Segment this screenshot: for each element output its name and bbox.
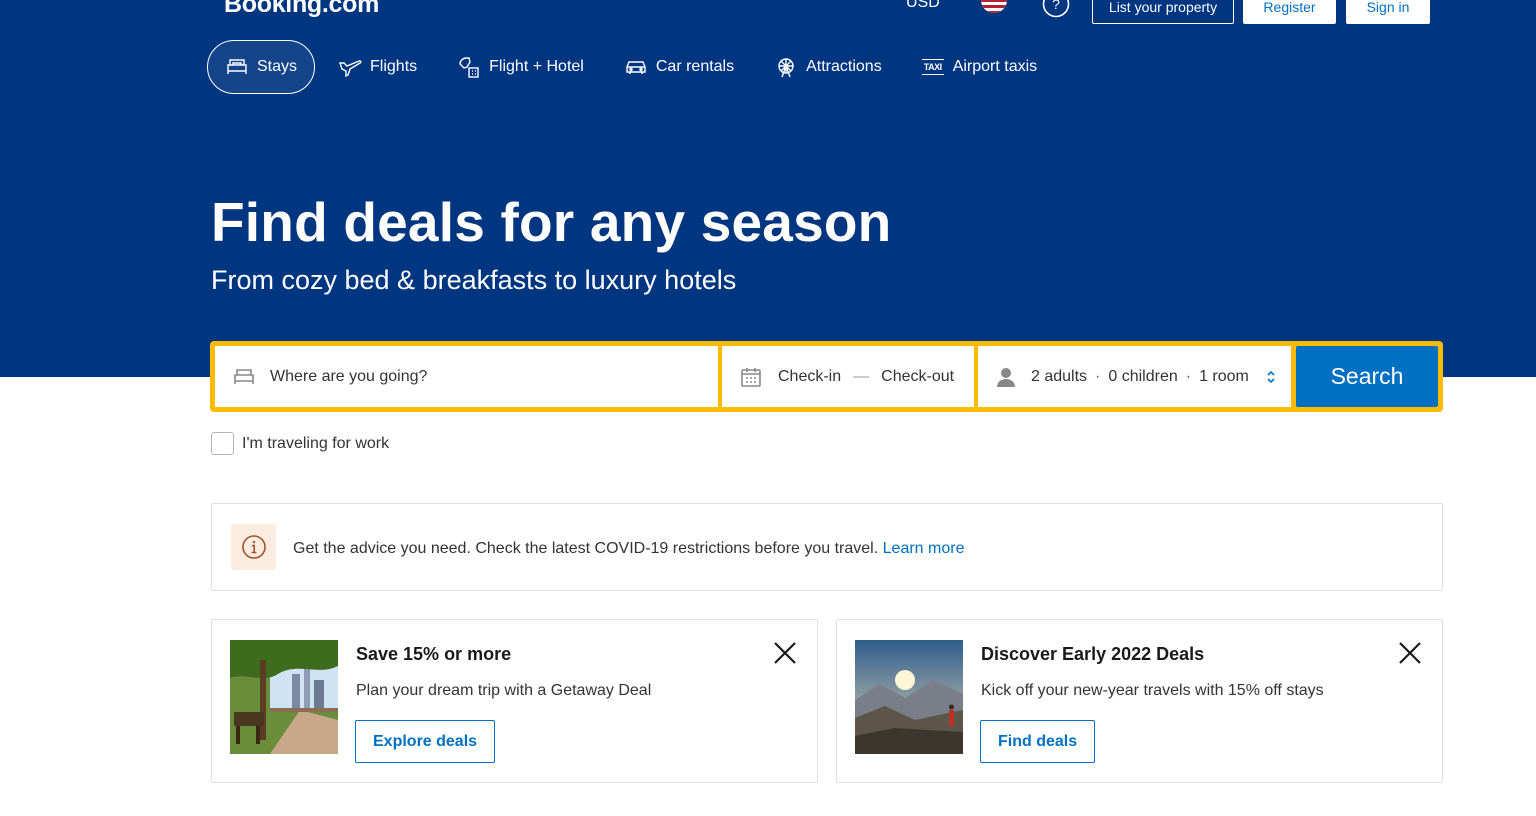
taxi-icon: TAXI — [921, 59, 944, 75]
covid-banner: Get the advice you need. Check the lates… — [211, 503, 1443, 591]
children-count: 0 children — [1108, 367, 1178, 385]
check-out-label: Check-out — [881, 367, 955, 385]
tab-car-rentals[interactable]: Car rentals — [607, 40, 751, 94]
park-image — [230, 640, 338, 754]
promo-description: Plan your dream trip with a Getaway Deal — [356, 682, 652, 699]
info-icon — [231, 524, 276, 570]
ferris-wheel-icon — [778, 58, 794, 78]
date-separator: — — [853, 367, 870, 385]
guest-separator: · — [1095, 367, 1101, 385]
tab-label: Stays — [257, 58, 298, 75]
search-button[interactable]: Search — [1296, 346, 1438, 407]
page-title: Find deals for any season — [211, 191, 892, 253]
promo-card-getaway: Save 15% or more Plan your dream trip wi… — [211, 619, 818, 783]
list-property-button[interactable]: List your property — [1092, 0, 1234, 24]
hero-banner: Booking.com USD ? List your property Reg… — [0, 0, 1536, 377]
destination-input[interactable] — [270, 367, 670, 386]
promo-title: Save 15% or more — [356, 644, 512, 664]
close-icon[interactable] — [772, 640, 798, 666]
sign-in-button[interactable]: Sign in — [1346, 0, 1430, 24]
tab-flights[interactable]: Flights — [321, 40, 434, 94]
tab-attractions[interactable]: Attractions — [757, 40, 899, 94]
chevron-up-down-icon — [1267, 370, 1275, 383]
check-in-label: Check-in — [778, 367, 842, 385]
learn-more-link[interactable]: Learn more — [883, 540, 965, 557]
work-travel-checkbox[interactable] — [211, 432, 234, 455]
rooms-count: 1 room — [1199, 367, 1249, 385]
bed-icon — [227, 59, 247, 74]
mountain-image — [855, 640, 963, 754]
tab-flight-hotel[interactable]: Flight + Hotel — [440, 40, 601, 94]
adults-count: 2 adults — [1031, 367, 1088, 385]
close-icon[interactable] — [1397, 640, 1423, 666]
bed-icon — [234, 368, 254, 384]
page-subtitle: From cozy bed & breakfasts to luxury hot… — [211, 265, 737, 295]
search-bar: Check-in — Check-out 2 adults · 0 childr… — [210, 341, 1443, 412]
guests-field[interactable]: 2 adults · 0 children · 1 room — [978, 346, 1291, 407]
svg-text:?: ? — [1052, 0, 1060, 12]
guest-separator: · — [1185, 367, 1192, 385]
tab-airport-taxis[interactable]: TAXI Airport taxis — [905, 40, 1054, 94]
plane-hotel-icon — [459, 57, 479, 78]
register-button[interactable]: Register — [1243, 0, 1336, 24]
person-icon — [997, 367, 1015, 387]
currency-selector[interactable]: USD — [906, 0, 940, 12]
question-circle-icon[interactable]: ? — [1042, 0, 1070, 18]
work-travel-checkbox-row[interactable]: I'm traveling for work — [211, 432, 389, 455]
explore-deals-button[interactable]: Explore deals — [355, 720, 496, 763]
tab-label: Flights — [370, 58, 418, 75]
tab-stays[interactable]: Stays — [207, 40, 316, 94]
booking-logo[interactable]: Booking.com — [224, 0, 379, 19]
promo-card-early-2022: Discover Early 2022 Deals Kick off your … — [836, 619, 1443, 783]
find-deals-button[interactable]: Find deals — [980, 720, 1096, 763]
tab-label: Flight + Hotel — [489, 58, 584, 75]
car-icon — [626, 61, 646, 74]
calendar-icon — [741, 367, 761, 387]
tab-label: Attractions — [806, 58, 882, 75]
covid-message: Get the advice you need. Check the lates… — [293, 540, 964, 558]
us-flag-icon[interactable] — [980, 0, 1008, 16]
plane-icon — [339, 60, 362, 78]
destination-field[interactable] — [215, 346, 718, 407]
tab-label: Car rentals — [655, 58, 735, 75]
product-nav: Stays Flights Flight + Hotel Car rentals — [207, 40, 1060, 94]
work-travel-label: I'm traveling for work — [242, 434, 390, 452]
covid-text: Get the advice you need. Check the lates… — [293, 540, 879, 557]
promo-description: Kick off your new-year travels with 15% … — [981, 682, 1324, 699]
promo-title: Discover Early 2022 Deals — [981, 644, 1205, 664]
tab-label: Airport taxis — [952, 58, 1038, 75]
date-range-field[interactable]: Check-in — Check-out — [722, 346, 974, 407]
